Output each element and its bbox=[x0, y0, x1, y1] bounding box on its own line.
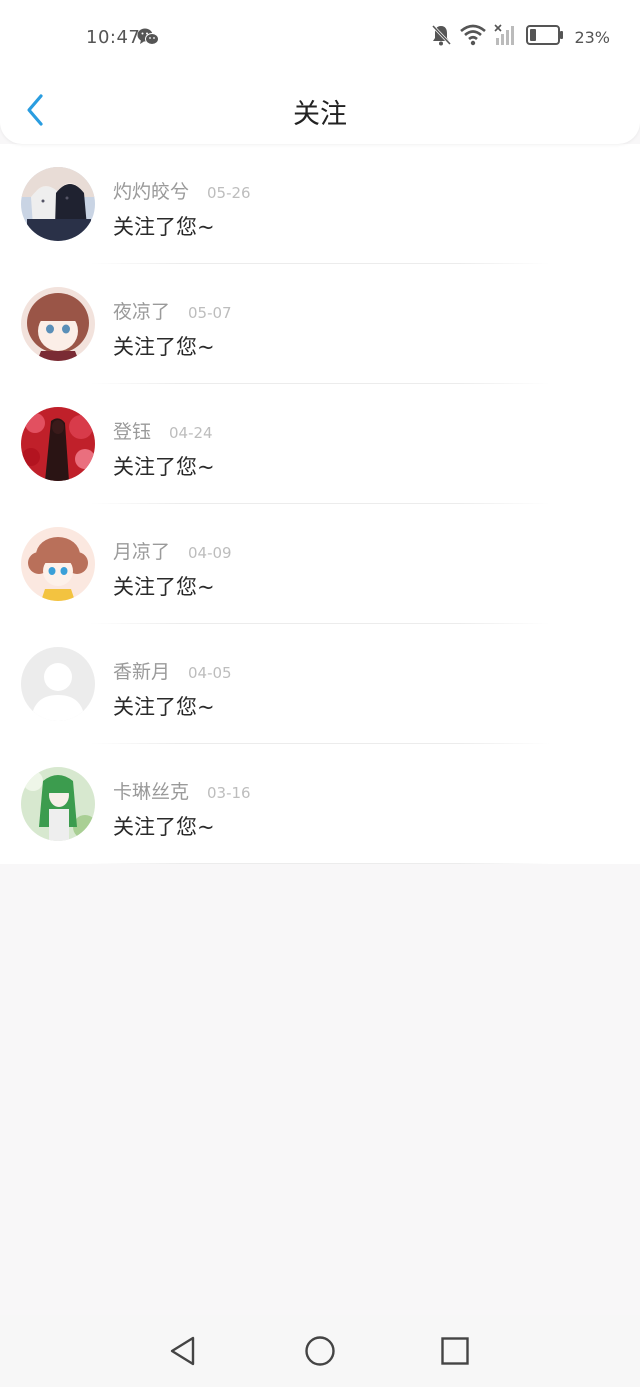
name-row: 卡琳丝克 03-16 bbox=[113, 777, 251, 803]
name-row: 月凉了 04-09 bbox=[113, 537, 232, 563]
date-label: 04-09 bbox=[188, 544, 232, 562]
system-back-button[interactable] bbox=[168, 1335, 200, 1367]
system-home-button[interactable] bbox=[304, 1335, 336, 1367]
user-name[interactable]: 月凉了 bbox=[113, 537, 170, 564]
list-item[interactable]: 灼灼皎兮 05-26 关注了您~ bbox=[0, 144, 640, 264]
message-text: 关注了您~ bbox=[113, 695, 215, 719]
list-item[interactable]: 卡琳丝克 03-16 关注了您~ bbox=[0, 744, 640, 864]
nav-bar: 关注 bbox=[0, 76, 640, 144]
message-text: 关注了您~ bbox=[113, 335, 215, 359]
date-label: 04-24 bbox=[169, 424, 213, 442]
item-text: 卡琳丝克 03-16 关注了您~ bbox=[113, 777, 251, 841]
avatar[interactable] bbox=[21, 647, 95, 721]
notification-list: 灼灼皎兮 05-26 关注了您~ 夜凉了 05-07 关注了您~ 登钰 04-2… bbox=[0, 144, 640, 864]
page-title: 关注 bbox=[293, 99, 347, 130]
avatar[interactable] bbox=[21, 767, 95, 841]
header: 10:47 23% 关注 bbox=[0, 0, 640, 144]
avatar[interactable] bbox=[21, 527, 95, 601]
bell-off-icon bbox=[430, 23, 452, 51]
item-text: 灼灼皎兮 05-26 关注了您~ bbox=[113, 177, 251, 241]
list-item[interactable]: 月凉了 04-09 关注了您~ bbox=[0, 504, 640, 624]
name-row: 夜凉了 05-07 bbox=[113, 297, 232, 323]
system-recents-button[interactable] bbox=[439, 1335, 471, 1367]
item-text: 夜凉了 05-07 关注了您~ bbox=[113, 297, 232, 361]
status-bar: 10:47 23% bbox=[0, 0, 640, 76]
avatar[interactable] bbox=[21, 287, 95, 361]
triangle-back-icon bbox=[170, 1336, 195, 1366]
item-text: 登钰 04-24 关注了您~ bbox=[113, 417, 215, 481]
item-text: 香新月 04-05 关注了您~ bbox=[113, 657, 232, 721]
user-name[interactable]: 夜凉了 bbox=[113, 297, 170, 324]
date-label: 04-05 bbox=[188, 664, 232, 682]
date-label: 05-07 bbox=[188, 304, 232, 322]
battery-percent: 23% bbox=[574, 27, 610, 47]
wechat-icon bbox=[137, 27, 159, 47]
wifi-icon bbox=[460, 24, 487, 50]
status-time: 10:47 bbox=[86, 27, 141, 48]
name-row: 登钰 04-24 bbox=[113, 417, 215, 443]
message-text: 关注了您~ bbox=[113, 815, 215, 839]
user-name[interactable]: 灼灼皎兮 bbox=[113, 177, 189, 204]
user-name[interactable]: 卡琳丝克 bbox=[113, 777, 189, 804]
avatar[interactable] bbox=[21, 167, 95, 241]
battery-icon bbox=[526, 24, 564, 50]
avatar[interactable] bbox=[21, 407, 95, 481]
date-label: 05-26 bbox=[207, 184, 251, 202]
user-name[interactable]: 香新月 bbox=[113, 657, 170, 684]
message-text: 关注了您~ bbox=[113, 455, 215, 479]
name-row: 灼灼皎兮 05-26 bbox=[113, 177, 251, 203]
item-text: 月凉了 04-09 关注了您~ bbox=[113, 537, 232, 601]
status-icons: 23% bbox=[430, 24, 610, 50]
circle-home-icon bbox=[305, 1336, 335, 1366]
list-item[interactable]: 登钰 04-24 关注了您~ bbox=[0, 384, 640, 504]
user-name[interactable]: 登钰 bbox=[113, 417, 151, 444]
system-nav-bar bbox=[0, 1315, 640, 1387]
name-row: 香新月 04-05 bbox=[113, 657, 232, 683]
date-label: 03-16 bbox=[207, 784, 251, 802]
square-recents-icon bbox=[441, 1337, 469, 1365]
divider bbox=[90, 863, 550, 864]
message-text: 关注了您~ bbox=[113, 575, 215, 599]
signal-icon bbox=[494, 23, 518, 51]
message-text: 关注了您~ bbox=[113, 215, 215, 239]
list-item[interactable]: 夜凉了 05-07 关注了您~ bbox=[0, 264, 640, 384]
list-item[interactable]: 香新月 04-05 关注了您~ bbox=[0, 624, 640, 744]
